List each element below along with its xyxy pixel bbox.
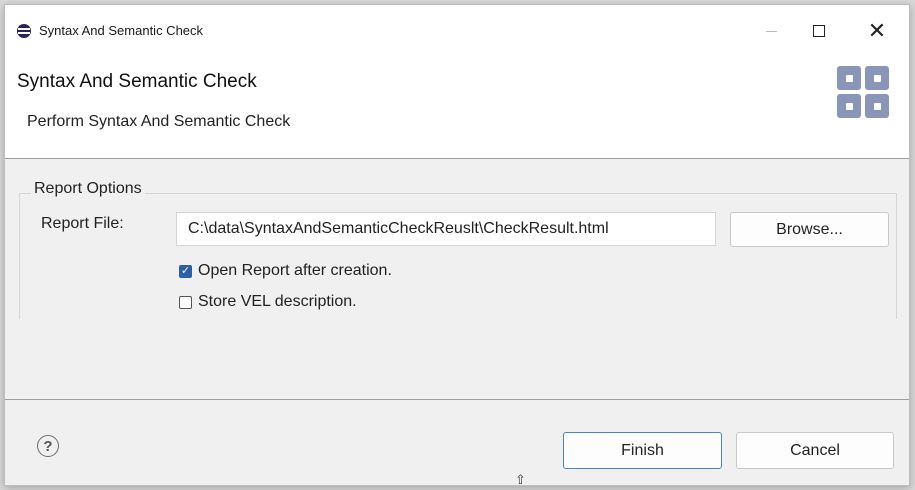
minimize-icon [765, 30, 777, 32]
maximize-icon [813, 25, 825, 37]
title-bar[interactable]: Syntax And Semantic Check ✕ [5, 5, 909, 57]
store-vel-checkbox-row[interactable]: Store VEL description. [179, 293, 357, 311]
open-report-checkbox[interactable]: ✓ [179, 264, 192, 278]
report-options-legend: Report Options [31, 180, 145, 198]
page-title: Syntax And Semantic Check [17, 71, 257, 92]
open-report-checkbox-row[interactable]: ✓ Open Report after creation. [179, 262, 392, 280]
wizard-banner-icon [837, 66, 889, 118]
report-file-label: Report File: [41, 215, 124, 232]
report-file-input[interactable]: C:\data\SyntaxAndSemanticCheckReuslt\Che… [176, 212, 716, 246]
close-button[interactable]: ✕ [857, 15, 897, 47]
wizard-header: Syntax And Semantic Check Perform Syntax… [5, 57, 909, 159]
open-report-label: Open Report after creation. [198, 262, 392, 279]
close-icon: ✕ [867, 18, 887, 43]
mouse-cursor-icon: ⇧ [515, 472, 526, 487]
browse-button[interactable]: Browse... [730, 212, 889, 247]
help-icon[interactable]: ? [37, 435, 59, 457]
window-title: Syntax And Semantic Check [39, 23, 204, 38]
store-vel-label: Store VEL description. [198, 293, 357, 310]
dialog-window: Syntax And Semantic Check ✕ Syntax And S… [4, 4, 910, 486]
cancel-button[interactable]: Cancel [736, 432, 894, 469]
maximize-button[interactable] [799, 15, 839, 47]
store-vel-checkbox[interactable] [179, 295, 192, 309]
eclipse-icon [17, 24, 31, 38]
minimize-button[interactable] [751, 15, 791, 47]
footer-divider [5, 399, 909, 400]
finish-button[interactable]: Finish [563, 432, 722, 469]
page-description: Perform Syntax And Semantic Check [27, 113, 291, 130]
